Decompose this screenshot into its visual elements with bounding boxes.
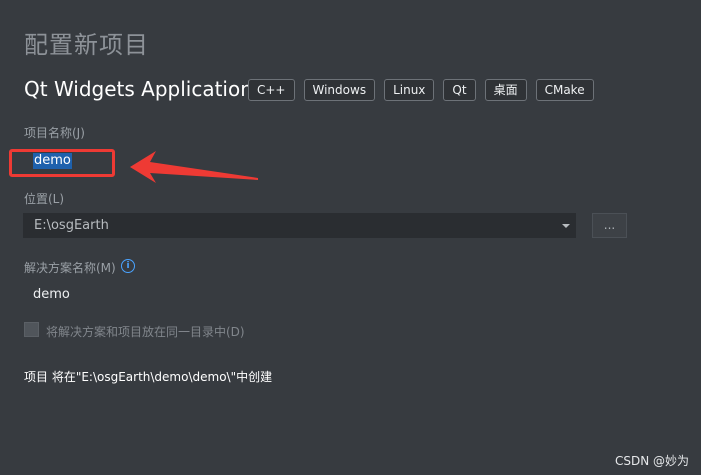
annotation-arrow-icon <box>130 151 258 183</box>
watermark: CSDN @妙为 <box>614 454 689 468</box>
project-name-label: 项目名称(J) <box>24 126 85 140</box>
tag-qt: Qt <box>443 79 476 101</box>
annotation-highlight-box <box>9 149 115 177</box>
tag-cpp: C++ <box>248 79 295 101</box>
browse-button[interactable]: ... <box>592 213 627 238</box>
tag-cmake: CMake <box>535 79 594 101</box>
location-label: 位置(L) <box>24 192 65 206</box>
solution-name-label: 解决方案名称(M) <box>24 261 116 275</box>
chevron-down-icon[interactable] <box>562 224 570 228</box>
location-select[interactable]: E:\osgEarth <box>23 213 576 238</box>
template-tags: C++ Windows Linux Qt 桌面 CMake <box>248 79 594 101</box>
tag-desktop: 桌面 <box>484 79 527 101</box>
same-directory-checkbox[interactable] <box>24 322 39 337</box>
solution-name-input[interactable]: demo <box>33 287 70 302</box>
info-icon[interactable]: i <box>121 259 135 273</box>
dialog-title: 配置新项目 <box>24 31 149 59</box>
create-path-info: 项目 将在"E:\osgEarth\demo\demo\"中创建 <box>24 370 273 384</box>
location-value: E:\osgEarth <box>34 218 109 233</box>
tag-windows: Windows <box>303 79 376 101</box>
tag-linux: Linux <box>384 79 435 101</box>
app-template-title: Qt Widgets Application <box>24 77 253 101</box>
same-directory-checkbox-label[interactable]: 将解决方案和项目放在同一目录中(D) <box>46 323 245 340</box>
